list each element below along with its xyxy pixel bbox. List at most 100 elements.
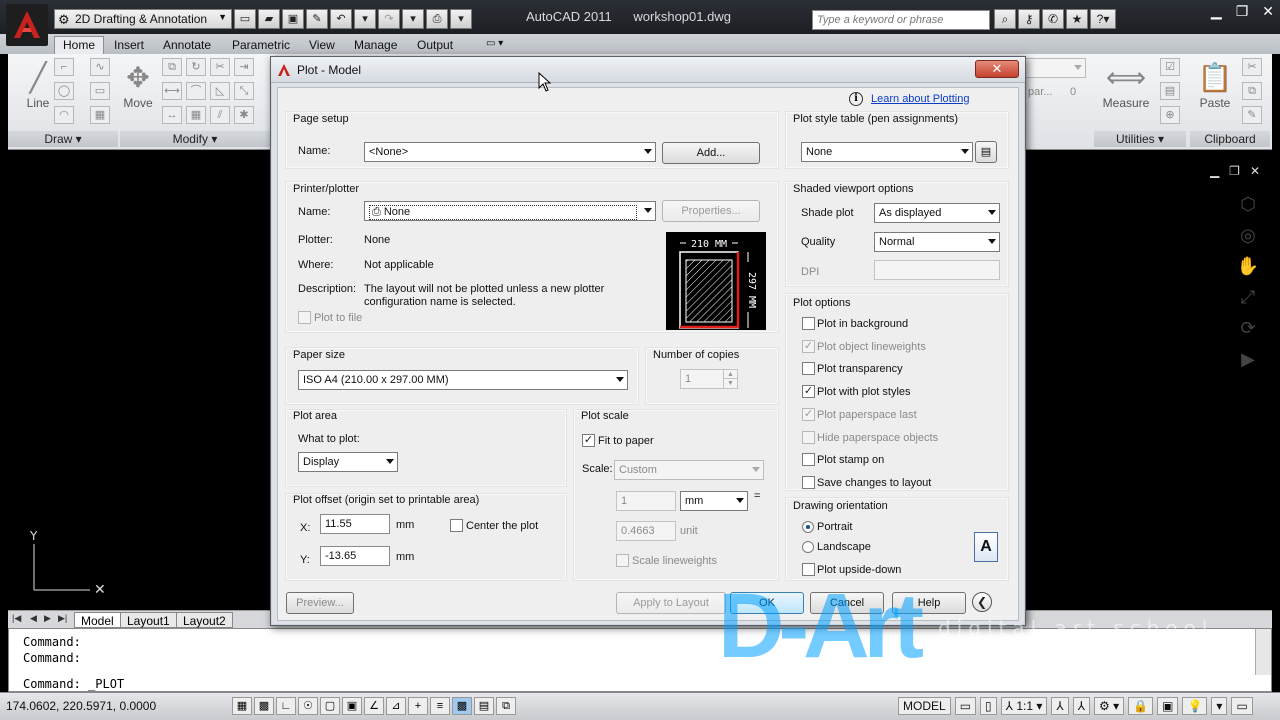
command-window[interactable]: Command: Command: Command: _PLOT	[8, 628, 1272, 692]
ortho-mode-icon[interactable]: ∟	[276, 697, 296, 715]
viewport-close-icon[interactable]: ✕	[1250, 164, 1260, 178]
add-page-setup-button[interactable]: Add...	[662, 142, 760, 164]
workspace-switching-icon[interactable]: ⚙ ▾	[1094, 697, 1125, 715]
plot-to-file-checkbox[interactable]	[298, 311, 311, 324]
apply-to-layout-button[interactable]: Apply to Layout	[616, 592, 726, 614]
move-button[interactable]: ✥ Move	[120, 60, 156, 110]
showmotion-icon[interactable]: ▶	[1241, 349, 1255, 370]
prev-layout-icon[interactable]: ◀	[30, 613, 37, 624]
spin-down-icon[interactable]: ▼	[723, 379, 737, 388]
tab-model[interactable]: Model	[74, 612, 121, 628]
auto-scale-icon[interactable]: ⅄	[1072, 697, 1091, 715]
spline-icon[interactable]: ∿	[90, 58, 110, 76]
copies-spinner[interactable]: 1 ▲ ▼	[680, 369, 738, 389]
learn-about-plotting-link[interactable]: Learn about Plotting	[871, 93, 969, 105]
arc-icon[interactable]: ◠	[54, 106, 74, 124]
draw-panel-title[interactable]: Draw ▾	[8, 131, 118, 147]
quick-select-icon[interactable]: ☑	[1160, 58, 1180, 76]
plot-option-checkbox[interactable]	[802, 430, 815, 444]
command-prompt[interactable]: Command: _PLOT	[23, 677, 124, 691]
id-point-icon[interactable]: ⊕	[1160, 106, 1180, 124]
measure-button[interactable]: ⟺ Measure	[1100, 60, 1152, 110]
explode-icon[interactable]: ✱	[234, 106, 254, 124]
new-file-icon[interactable]: ▭	[234, 9, 256, 29]
plot-icon[interactable]: ⎙	[426, 9, 448, 29]
first-layout-icon[interactable]: |◀	[12, 613, 21, 624]
save-as-icon[interactable]: ✎	[306, 9, 328, 29]
tab-home[interactable]: Home	[54, 36, 105, 54]
edit-plot-style-icon[interactable]: ▤	[975, 141, 997, 163]
plot-option-checkbox[interactable]	[802, 317, 815, 330]
scale-lineweights-checkbox[interactable]	[616, 554, 629, 567]
trim-icon[interactable]: ✂	[210, 58, 230, 76]
quick-view-drawings-icon[interactable]: ▯	[980, 697, 997, 715]
calculator-icon[interactable]: ▤	[1160, 82, 1180, 100]
cut-icon[interactable]: ✂	[1242, 58, 1262, 76]
application-menu-button[interactable]	[6, 4, 48, 46]
offset-icon[interactable]: ⫽	[210, 106, 230, 124]
scale-drawing-input[interactable]: 0.4663	[616, 521, 676, 541]
extend-icon[interactable]: ⇥	[234, 58, 254, 76]
isolate-objects-icon[interactable]: 💡	[1182, 697, 1208, 715]
communication-center-icon[interactable]: ✆	[1042, 9, 1064, 29]
copy-clip-icon[interactable]: ⧉	[1242, 82, 1262, 100]
wheel-icon[interactable]: ◎	[1240, 225, 1256, 246]
cancel-button[interactable]: Cancel	[810, 592, 884, 614]
help-button[interactable]: Help	[892, 592, 966, 614]
dynamic-ucs-icon[interactable]: ⊿	[386, 697, 406, 715]
subscription-key-icon[interactable]: ⚷	[1018, 9, 1040, 29]
ribbon-minimize-icon[interactable]: ▭ ▾	[486, 36, 503, 54]
zoom-icon[interactable]: ⤢	[1241, 287, 1255, 308]
undo-dropdown-icon[interactable]: ▾	[354, 9, 376, 29]
plot-option-checkbox[interactable]: ✓	[802, 385, 815, 399]
ok-button[interactable]: OK	[730, 592, 804, 614]
undo-icon[interactable]: ↶	[330, 9, 352, 29]
annotation-visibility-icon[interactable]: ⅄	[1051, 697, 1069, 715]
quality-select[interactable]: Normal	[874, 232, 1000, 252]
steering-wheel-icon[interactable]: ⬡	[1240, 194, 1256, 215]
offset-y-input[interactable]: -13.65	[320, 546, 390, 566]
circle-icon[interactable]: ◯	[54, 82, 74, 100]
plot-style-table-select[interactable]: None	[801, 142, 973, 162]
portrait-radio[interactable]	[802, 521, 814, 533]
plot-upside-down-checkbox[interactable]	[802, 563, 815, 576]
maximize-icon[interactable]: ❐	[1236, 3, 1249, 20]
3d-osnap-icon[interactable]: ▣	[342, 697, 362, 715]
shade-plot-select[interactable]: As displayed	[874, 203, 1000, 223]
workspace-switcher[interactable]: ⚙ 2D Drafting & Annotation ▼	[54, 9, 232, 29]
printer-name-select[interactable]: ⎙ None	[364, 201, 656, 221]
plot-option-checkbox[interactable]: ✓	[802, 339, 815, 353]
status-bar-menu-icon[interactable]: ▾	[1211, 697, 1228, 715]
qat-customize-icon[interactable]: ▾	[450, 9, 472, 29]
tab-insert[interactable]: Insert	[114, 36, 144, 54]
tab-annotate[interactable]: Annotate	[163, 36, 211, 54]
object-snap-tracking-icon[interactable]: ∠	[364, 697, 384, 715]
annotation-scale[interactable]: ⅄ 1:1 ▾	[1000, 697, 1048, 715]
dpi-input[interactable]	[874, 260, 1000, 280]
stretch-icon[interactable]: ↔	[162, 106, 182, 124]
dynamic-input-icon[interactable]: +	[408, 697, 428, 715]
scale-icon[interactable]: ⤡	[234, 82, 254, 100]
chamfer-icon[interactable]: ◺	[210, 82, 230, 100]
printer-properties-button[interactable]: Properties...	[662, 200, 760, 222]
polar-tracking-icon[interactable]: ☉	[298, 697, 318, 715]
array-icon[interactable]: ▦	[186, 106, 206, 124]
star-icon[interactable]: ★	[1066, 9, 1088, 29]
center-plot-checkbox[interactable]	[450, 519, 463, 532]
next-layout-icon[interactable]: ▶	[44, 613, 51, 624]
fit-to-paper-checkbox[interactable]: ✓	[582, 434, 595, 447]
command-scrollbar[interactable]	[1255, 629, 1271, 675]
search-input[interactable]: Type a keyword or phrase	[812, 10, 990, 30]
plot-option-checkbox[interactable]: ✓	[802, 407, 815, 421]
help-icon[interactable]: ?▾	[1090, 9, 1116, 29]
model-space-toggle[interactable]: MODEL	[898, 697, 951, 715]
dialog-close-button[interactable]: ✕	[975, 60, 1019, 78]
scale-unit-select[interactable]: mm	[680, 491, 748, 511]
layer-combo[interactable]	[1022, 58, 1086, 78]
rotate-icon[interactable]: ↻	[186, 58, 206, 76]
mirror-icon[interactable]: ⟷	[162, 82, 182, 100]
viewport-minimize-icon[interactable]: ▁	[1210, 164, 1219, 178]
paper-size-select[interactable]: ISO A4 (210.00 x 297.00 MM)	[298, 370, 628, 390]
copy-icon[interactable]: ⧉	[162, 58, 182, 76]
pan-hand-icon[interactable]: ✋	[1237, 256, 1259, 277]
